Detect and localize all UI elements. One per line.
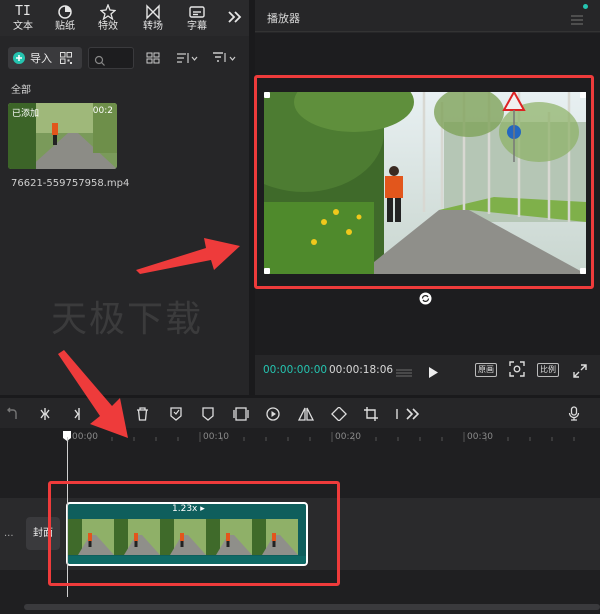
notification-dot xyxy=(583,4,588,9)
toolbar-label-effects: 特效 xyxy=(98,21,118,32)
playback-icon[interactable] xyxy=(266,406,280,425)
player-header: 播放器 xyxy=(255,0,600,32)
crop-icon[interactable] xyxy=(364,406,378,425)
category-all[interactable]: 全部 xyxy=(11,81,31,96)
plus-icon xyxy=(13,52,25,64)
toolbar-item-text[interactable]: TI 文本 xyxy=(3,3,43,35)
filter-icon[interactable] xyxy=(212,50,238,69)
divider-line xyxy=(395,406,399,425)
rotate-clip-icon[interactable] xyxy=(331,406,347,425)
watermark: 天极下载 xyxy=(51,299,204,340)
toolbar-label-subtitle: 字幕 xyxy=(187,21,207,32)
total-duration: 00:00:18:06 xyxy=(329,364,394,376)
tick-label: 00:20 xyxy=(335,432,361,442)
waveform-icon xyxy=(395,364,413,383)
track-options-icon[interactable]: ··· xyxy=(4,531,14,542)
effects-icon xyxy=(88,3,128,21)
fullscreen-icon[interactable] xyxy=(573,363,587,382)
toolbar-item-sticker[interactable]: 贴纸 xyxy=(45,3,85,35)
annotation-highlight-clip xyxy=(48,481,340,586)
play-button[interactable] xyxy=(427,364,439,383)
subtitle-icon xyxy=(177,4,217,20)
grid-view-icon[interactable] xyxy=(146,50,160,69)
menu-icon[interactable] xyxy=(571,10,583,29)
undo-icon[interactable] xyxy=(6,406,18,425)
toolbar-item-effects[interactable]: 特效 xyxy=(88,3,128,35)
annotation-arrow-right xyxy=(136,238,240,274)
current-time: 00:00:00:00 xyxy=(263,364,328,376)
sticker-icon xyxy=(45,4,85,20)
import-button[interactable]: 导入 xyxy=(8,47,82,69)
toolbar-item-transition[interactable]: 转场 xyxy=(133,3,173,35)
text-icon: TI xyxy=(15,4,31,19)
original-quality-button[interactable]: 原画 xyxy=(475,363,497,377)
toolbar-label-text: 文本 xyxy=(13,21,33,32)
qr-code-icon[interactable] xyxy=(60,49,72,68)
aspect-ratio-button[interactable]: 比例 xyxy=(537,363,559,377)
player-title: 播放器 xyxy=(267,12,300,25)
media-duration: 00:2 xyxy=(92,106,113,116)
search-icon xyxy=(94,52,106,71)
toolbar-label-transition: 转场 xyxy=(143,21,163,32)
media-item[interactable]: 已添加 00:2 xyxy=(8,103,117,169)
media-filename: 76621-559757958.mp4 xyxy=(11,178,130,189)
annotation-highlight-player xyxy=(254,75,594,289)
sort-icon[interactable] xyxy=(176,50,198,69)
tick-label: 00:30 xyxy=(467,432,493,442)
timeline-scrollbar[interactable] xyxy=(24,604,600,610)
freeze-frame-icon[interactable] xyxy=(169,406,183,425)
fit-screen-icon[interactable] xyxy=(509,361,525,381)
microphone-icon[interactable] xyxy=(568,406,580,425)
tick-label: 00:10 xyxy=(203,432,229,442)
rotate-icon[interactable] xyxy=(419,290,432,309)
media-panel: TI 文本 贴纸 特效 转场 字幕 导入 全部 已添加 00:2 76621-5… xyxy=(0,0,249,395)
delete-icon[interactable] xyxy=(136,406,149,425)
marker-icon[interactable] xyxy=(202,406,214,425)
toolbar-label-sticker: 贴纸 xyxy=(55,21,75,32)
double-chevron-right-icon[interactable] xyxy=(226,9,244,25)
asset-toolbar: TI 文本 贴纸 特效 转场 字幕 xyxy=(0,0,249,36)
split-icon[interactable] xyxy=(38,406,52,425)
transition-icon xyxy=(133,4,173,20)
mirror-clip-icon[interactable] xyxy=(233,406,249,425)
more-tools-icon[interactable] xyxy=(405,406,421,425)
toolbar-item-subtitle[interactable]: 字幕 xyxy=(177,3,217,35)
import-label: 导入 xyxy=(30,52,52,65)
search-input[interactable] xyxy=(88,47,134,69)
added-badge: 已添加 xyxy=(12,109,40,119)
flip-icon[interactable] xyxy=(297,406,315,425)
annotation-arrow-down xyxy=(58,350,128,438)
